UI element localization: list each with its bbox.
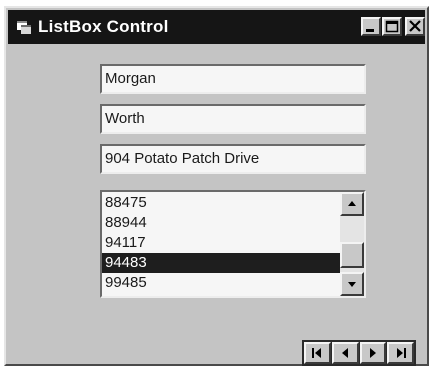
close-button[interactable] [405, 17, 425, 36]
minimize-icon [366, 29, 374, 32]
first-name-field[interactable]: Morgan [100, 64, 366, 94]
next-record-icon [369, 348, 376, 358]
previous-record-icon [342, 348, 349, 358]
title-bar[interactable]: ListBox Control [8, 10, 425, 44]
record-navigator [302, 340, 416, 366]
list-item-selected[interactable]: 94483 [102, 253, 340, 273]
first-record-icon [312, 348, 322, 358]
vertical-scrollbar[interactable] [340, 192, 364, 296]
window-title: ListBox Control [38, 17, 169, 36]
close-icon [409, 20, 421, 32]
first-record-button[interactable] [304, 342, 331, 364]
list-item[interactable]: 88944 [102, 213, 340, 233]
maximize-button[interactable] [382, 17, 402, 36]
maximize-icon [385, 20, 399, 33]
last-record-button[interactable] [387, 342, 414, 364]
last-name-field[interactable]: Worth [100, 104, 366, 134]
scroll-thumb[interactable] [340, 242, 364, 268]
zip-code-listbox[interactable]: 88475 88944 94117 94483 99485 [100, 190, 366, 298]
list-item[interactable]: 94117 [102, 233, 340, 253]
listbox-items: 88475 88944 94117 94483 99485 [102, 192, 340, 296]
scroll-down-button[interactable] [340, 272, 364, 296]
arrow-up-icon [348, 201, 356, 206]
list-item[interactable]: 88475 [102, 193, 340, 213]
list-item[interactable]: 99485 [102, 273, 340, 293]
vb-form-icon[interactable] [16, 19, 32, 35]
scroll-up-button[interactable] [340, 192, 364, 216]
arrow-down-icon [348, 282, 356, 287]
last-record-icon [396, 348, 406, 358]
address-field[interactable]: 904 Potato Patch Drive [100, 144, 366, 174]
listbox-control-window: ListBox Control Morgan Worth 904 Potato … [4, 6, 429, 366]
minimize-button[interactable] [361, 17, 381, 36]
next-record-button[interactable] [359, 342, 387, 364]
previous-record-button[interactable] [331, 342, 359, 364]
